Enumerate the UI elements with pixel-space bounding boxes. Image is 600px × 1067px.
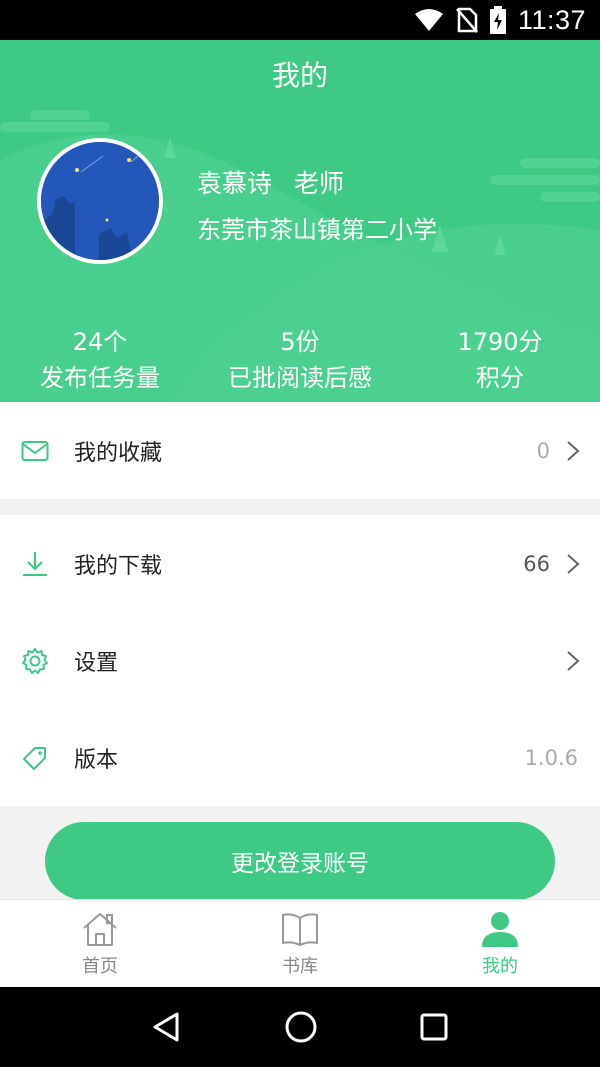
menu-item-settings[interactable]: 设置: [0, 612, 600, 709]
back-icon[interactable]: [151, 1011, 183, 1043]
book-icon: [282, 913, 318, 946]
system-nav-bar: [0, 987, 600, 1067]
stat-value: 24个: [72, 328, 128, 356]
teacher-name-line: 袁慕诗 老师: [197, 164, 344, 200]
recents-icon[interactable]: [419, 1012, 449, 1042]
no-sim-icon: [455, 7, 478, 33]
stat-label: 发布任务量: [40, 364, 160, 392]
page-title: 我的: [271, 59, 328, 92]
favorites-count: 0: [536, 438, 550, 463]
stat-points[interactable]: 1790分 积分: [400, 326, 600, 398]
tag-icon: [23, 746, 46, 770]
stat-value: 1790分: [457, 328, 543, 356]
tab-label: 我的: [482, 956, 518, 977]
mail-icon: [21, 440, 49, 461]
wifi-icon: [414, 9, 443, 31]
change-account-button[interactable]: 更改登录账号: [45, 822, 555, 900]
avatar[interactable]: [37, 138, 163, 264]
user-icon: [482, 912, 518, 947]
status-bar: 11:37: [0, 0, 600, 40]
screen: 11:37 我的 袁慕诗 老师 东莞市茶山镇第二小学 24个 发布任务量 5份 …: [0, 0, 600, 1067]
favorites-section: 我的收藏 0: [0, 402, 600, 499]
battery-icon: [489, 6, 506, 34]
tab-mine[interactable]: 我的: [400, 900, 600, 987]
menu-label: 设置: [74, 650, 119, 676]
tab-label: 书库: [282, 956, 318, 977]
teacher-name: 袁慕诗: [197, 169, 273, 198]
stat-value: 5份: [280, 328, 320, 356]
menu-item-version[interactable]: 版本 1.0.6: [0, 709, 600, 806]
profile-header: 我的 袁慕诗 老师 东莞市茶山镇第二小学 24个 发布任务量 5份 已批阅读后感…: [0, 40, 600, 402]
downloads-count: 66: [523, 551, 550, 576]
button-area: 更改登录账号: [0, 806, 600, 900]
chevron-right-icon: [567, 553, 580, 574]
menu-item-downloads[interactable]: 我的下载 66: [0, 515, 600, 612]
teacher-role: 老师: [294, 169, 345, 198]
menu-label: 我的收藏: [74, 440, 163, 466]
menu-label: 版本: [74, 747, 119, 773]
menu-section: 我的下载 66 设置 版本 1.0.6: [0, 515, 600, 806]
status-time: 11:37: [517, 4, 586, 35]
tab-bar: 首页 书库 我的: [0, 899, 600, 987]
home-circle-icon[interactable]: [284, 1010, 318, 1044]
tab-library[interactable]: 书库: [200, 900, 400, 987]
tab-label: 首页: [82, 956, 118, 977]
menu-item-favorites[interactable]: 我的收藏 0: [0, 402, 600, 499]
avatar-image: [41, 142, 159, 260]
stat-label: 积分: [476, 364, 524, 392]
version-number: 1.0.6: [524, 745, 578, 770]
chevron-right-icon: [567, 650, 580, 671]
download-icon: [23, 551, 47, 576]
stats-row: 24个 发布任务量 5份 已批阅读后感 1790分 积分: [0, 326, 600, 398]
stat-reviews[interactable]: 5份 已批阅读后感: [200, 326, 400, 398]
stat-tasks[interactable]: 24个 发布任务量: [0, 326, 200, 398]
school-name: 东莞市茶山镇第二小学: [197, 216, 437, 244]
stat-label: 已批阅读后感: [228, 364, 372, 392]
menu-label: 我的下载: [74, 553, 163, 579]
home-icon: [83, 913, 117, 946]
chevron-right-icon: [567, 440, 580, 461]
tab-home[interactable]: 首页: [0, 900, 200, 987]
gear-icon: [22, 647, 48, 674]
